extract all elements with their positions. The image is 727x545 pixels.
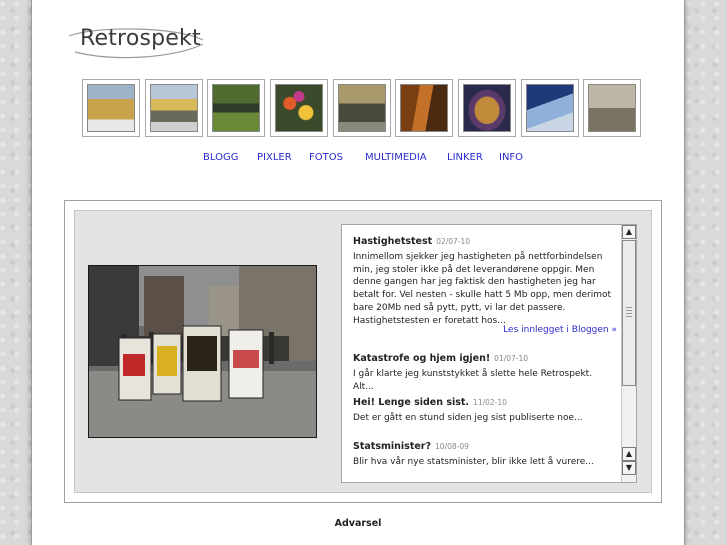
post-body: Innimellom sjekker jeg hastigheten på ne… bbox=[353, 251, 612, 326]
thumb-yellow-building[interactable] bbox=[82, 79, 140, 137]
nav-multimedia[interactable]: MULTIMEDIA bbox=[365, 152, 427, 163]
street-scene-image bbox=[89, 266, 316, 437]
arrow-up-icon[interactable]: ▲ bbox=[622, 447, 636, 461]
read-more-link[interactable]: Les innlegget i Bloggen » bbox=[503, 325, 617, 335]
post-title[interactable]: Hastighetstest bbox=[353, 236, 432, 247]
thumb-street-houses-image bbox=[150, 84, 198, 132]
warning-link[interactable]: Advarsel bbox=[32, 518, 684, 529]
thumb-mask[interactable] bbox=[458, 79, 516, 137]
nav-fotos[interactable]: FOTOS bbox=[309, 152, 343, 163]
nav-pixler[interactable]: PIXLER bbox=[257, 152, 292, 163]
page-container: Retrospekt BLOGG PIXLER FOTOS MULTIMEDIA… bbox=[31, 0, 685, 545]
thumb-wood[interactable] bbox=[395, 79, 453, 137]
featured-photo[interactable] bbox=[88, 265, 317, 438]
arrow-up-icon[interactable]: ▲ bbox=[622, 225, 636, 239]
thumb-yellow-building-image bbox=[87, 84, 135, 132]
blog-post: Hei! Lenge siden sist. 11/02-10 Det er gå… bbox=[353, 397, 615, 425]
thumb-mask-image bbox=[463, 84, 511, 132]
content-box: Hastighetstest 02/07-10 Innimellom sjekke… bbox=[64, 200, 662, 503]
blog-post: Statsminister? 10/08-09 Blir hva vår nye … bbox=[353, 441, 615, 469]
blog-scrollbar[interactable]: ▲ ▲ ▼ bbox=[621, 225, 636, 482]
post-date: 02/07-10 bbox=[436, 237, 471, 246]
thumb-statue-image bbox=[338, 84, 386, 132]
arrow-down-icon[interactable]: ▼ bbox=[622, 461, 636, 475]
thumb-glass-building[interactable] bbox=[521, 79, 579, 137]
post-title[interactable]: Statsminister? bbox=[353, 441, 431, 452]
post-body: I går klarte jeg kunststykket å slette h… bbox=[353, 368, 593, 392]
scrollbar-thumb[interactable] bbox=[622, 240, 636, 386]
thumb-wood-image bbox=[400, 84, 448, 132]
blog-feed[interactable]: Hastighetstest 02/07-10 Innimellom sjekke… bbox=[341, 224, 637, 483]
main-navigation: BLOGG PIXLER FOTOS MULTIMEDIA LINKER INF… bbox=[32, 152, 684, 166]
nav-linker[interactable]: LINKER bbox=[447, 152, 483, 163]
logo-text: Retrospekt bbox=[80, 26, 201, 51]
blog-post: Katastrofe og hjem igjen! 01/07-10 I går … bbox=[353, 353, 615, 393]
nav-info[interactable]: INFO bbox=[499, 152, 523, 163]
thumb-flowers-image bbox=[275, 84, 323, 132]
thumb-glass-building-image bbox=[526, 84, 574, 132]
blog-post: Hastighetstest 02/07-10 Innimellom sjekke… bbox=[353, 236, 615, 328]
site-logo[interactable]: Retrospekt bbox=[65, 22, 205, 60]
thumb-canal-image bbox=[212, 84, 260, 132]
post-date: 11/02-10 bbox=[473, 398, 507, 407]
blog-scroll-area[interactable]: Hastighetstest 02/07-10 Innimellom sjekke… bbox=[342, 225, 621, 482]
post-title[interactable]: Hei! Lenge siden sist. bbox=[353, 397, 469, 408]
nav-blogg[interactable]: BLOGG bbox=[203, 152, 238, 163]
thumb-stone-sculpture-image bbox=[588, 84, 636, 132]
thumb-stone-sculpture[interactable] bbox=[583, 79, 641, 137]
post-body: Det er gått en stund siden jeg sist publ… bbox=[353, 412, 583, 423]
thumb-canal[interactable] bbox=[207, 79, 265, 137]
thumb-flowers[interactable] bbox=[270, 79, 328, 137]
thumb-statue[interactable] bbox=[333, 79, 391, 137]
post-title[interactable]: Katastrofe og hjem igjen! bbox=[353, 353, 490, 364]
grip-icon bbox=[626, 307, 632, 319]
post-date: 10/08-09 bbox=[435, 442, 469, 451]
post-date: 01/07-10 bbox=[494, 354, 529, 363]
thumb-street-houses[interactable] bbox=[145, 79, 203, 137]
post-body: Blir hva vår nye statsminister, blir ikk… bbox=[353, 456, 594, 467]
content-inner: Hastighetstest 02/07-10 Innimellom sjekke… bbox=[74, 210, 652, 493]
